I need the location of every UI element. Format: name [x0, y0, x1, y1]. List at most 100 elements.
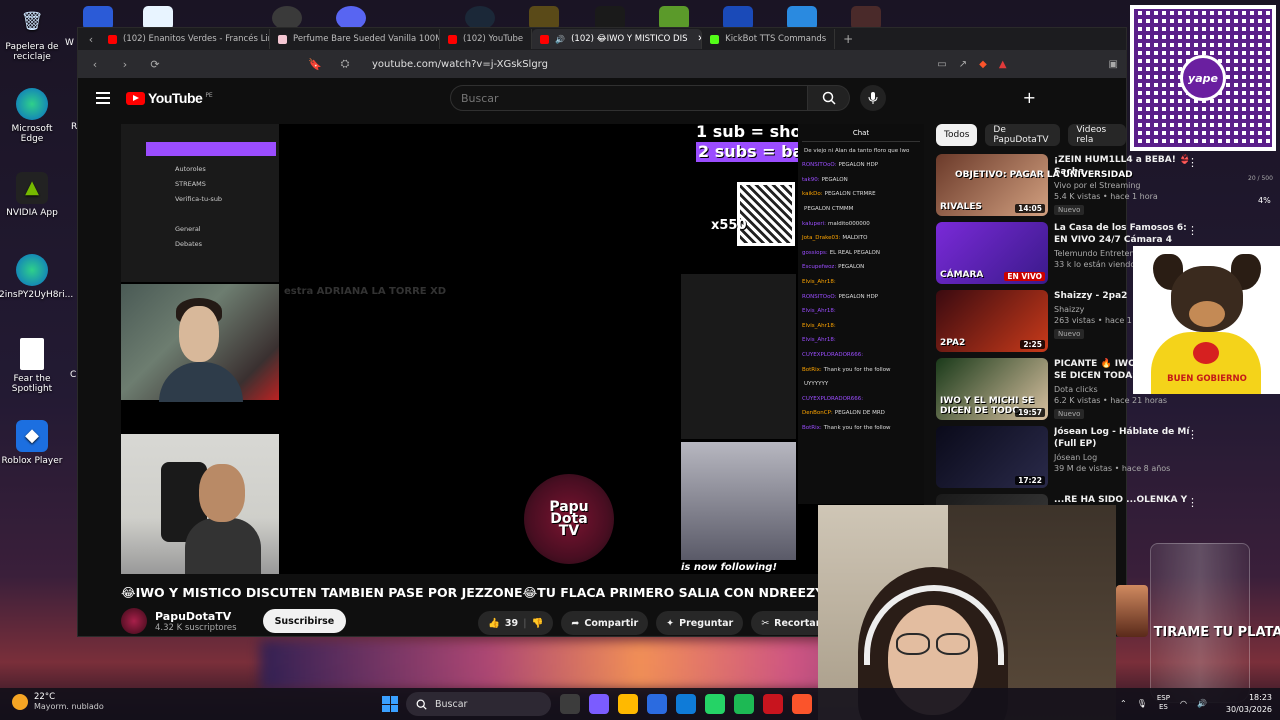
taskbar-app-icon[interactable] [560, 694, 580, 714]
audio-icon[interactable]: 🔊 [555, 35, 565, 44]
chip-from-channel[interactable]: De PapuDotaTV [985, 124, 1061, 146]
tip-jar-glass [1150, 543, 1250, 703]
share-button[interactable]: ➦ Compartir [561, 611, 649, 635]
edge-shortcut-2[interactable]: 2insPY2UyH8ri... [0, 254, 73, 300]
yape-qr-code: yape [1130, 5, 1276, 151]
bookmark-icon[interactable]: 🔖 [306, 58, 324, 71]
video-thumbnail[interactable]: 2PA2 2:25 [936, 290, 1048, 352]
taskbar-app-icon[interactable] [763, 694, 783, 714]
video-thumbnail[interactable]: 17:22 [936, 426, 1048, 488]
tab-youtube[interactable]: (102) YouTube [440, 29, 533, 49]
sidebar-icon[interactable]: ▣ [1109, 59, 1118, 70]
tab-active-video[interactable]: 🔊 (102) 😂IWO Y MISTICO DIS ✕ [532, 29, 703, 49]
chat-message: De viejo ni Alan da tanto floro que lwo [802, 144, 920, 159]
brave-shields-icon[interactable]: ◆ [979, 59, 987, 70]
fear-the-spotlight-shortcut[interactable]: Fear the Spotlight [0, 338, 65, 395]
chat-username: Elvis_Ahr18: [802, 322, 836, 329]
youtube-logo-text: YouTube [148, 90, 203, 106]
taskbar-app-icon[interactable] [589, 694, 609, 714]
reload-icon[interactable]: ⟳ [146, 58, 164, 71]
video-thumbnail[interactable]: IWO Y EL MICHI SE DICEN DE TODO 19:57 [936, 358, 1048, 420]
site-info-icon[interactable]: ⛭ [336, 57, 354, 71]
chat-username: DenBonCP: [802, 410, 833, 417]
brave-rewards-icon[interactable]: ▲ [999, 59, 1007, 70]
channel-name[interactable]: PapuDotaTV [155, 610, 237, 623]
weather-widget[interactable]: 22°C Mayorm. nublado [12, 692, 104, 711]
share-icon[interactable]: ↗ [959, 59, 967, 70]
tab-enanitos[interactable]: (102) Enanitos Verdes - Francés Limó [100, 29, 270, 49]
channel-avatar[interactable] [121, 608, 147, 634]
search-button[interactable] [808, 85, 850, 111]
more-options-icon[interactable]: ⋮ [1187, 156, 1198, 169]
video-title[interactable]: Jósean Log - Háblate de Mí (Full EP) [1054, 426, 1199, 450]
back-icon[interactable]: ‹ [86, 58, 104, 71]
tray-chevron-icon[interactable]: ⌃ [1120, 699, 1127, 708]
system-tray: ⌃ 🎙 ESP ES ◠ 🔊 [1120, 694, 1207, 712]
tab-perfume[interactable]: Perfume Bare Sueded Vanilla 100Ml [270, 29, 440, 49]
stream-chat-overlay [681, 274, 796, 439]
voice-search-button[interactable] [860, 85, 886, 111]
new-tab-button[interactable]: + [843, 32, 853, 46]
create-icon[interactable]: + [1023, 88, 1036, 107]
thumbnail-label: RIVALES [940, 202, 982, 212]
menu-icon[interactable] [96, 92, 110, 104]
tab-strip: ‹ (102) Enanitos Verdes - Francés Limó P… [78, 28, 1126, 50]
more-options-icon[interactable]: ⋮ [1187, 496, 1198, 509]
chip-all[interactable]: Todos [936, 124, 978, 146]
chat-username: BotRix: [802, 424, 822, 431]
chat-lines: De viejo ni Alan da tanto floro que lwo R… [802, 144, 920, 436]
clock[interactable]: 18:23 30/03/2026 [1226, 692, 1272, 716]
subscribe-button[interactable]: Suscribirse [262, 609, 347, 633]
youtube-favicon-icon [448, 34, 457, 44]
taskbar-app-icon[interactable] [647, 694, 667, 714]
video-title[interactable]: La Casa de los Famosos 6: EN VIVO 24/7 C… [1054, 222, 1199, 246]
chat-username: Escupefwoz: [802, 264, 837, 271]
youtube-logo[interactable]: YouTube PE [126, 90, 213, 106]
chat-text: PEGALON HDP [838, 293, 879, 300]
video-thumbnail[interactable]: RIVALES 14:05 [936, 154, 1048, 216]
taskbar-app-icon[interactable] [734, 694, 754, 714]
chat-text: Thank you for the follow [823, 424, 891, 431]
start-button-icon[interactable] [382, 696, 398, 712]
taskbar-app-icon[interactable] [676, 694, 696, 714]
taskbar-search[interactable]: Buscar [406, 692, 551, 716]
volume-icon[interactable]: 🔊 [1197, 699, 1207, 708]
cast-icon[interactable]: ▭ [937, 59, 946, 70]
roblox-shortcut[interactable]: ◆ Roblox Player [0, 420, 65, 466]
chat-username: Jota_Drake03: [802, 235, 841, 242]
nvidia-label: NVIDIA App [6, 208, 58, 218]
video-player[interactable]: Autoroles STREAMS Verifica-tu-sub Genera… [121, 124, 924, 574]
more-options-icon[interactable]: ⋮ [1187, 428, 1198, 441]
recommended-video[interactable]: 17:22 Jósean Log - Háblate de Mí (Full EP… [936, 426, 1206, 488]
video-title: 😂IWO Y MISTICO DISCUTEN TAMBIEN PASE POR… [121, 585, 894, 600]
recycle-bin-shortcut[interactable]: 🗑 Papelera de reciclaje [0, 6, 65, 63]
top-desktop-icons [75, 2, 1120, 30]
video-channel: Jósean Log [1054, 453, 1098, 462]
chip-related[interactable]: Videos rela [1068, 124, 1126, 146]
channel-watermark: Papu Dota TV [524, 474, 614, 564]
recommended-video[interactable]: RIVALES 14:05 ¡ZEIN HUM1LL4 a BEBA! 👙 Sach… [936, 154, 1206, 216]
taskbar-app-icon[interactable] [792, 694, 812, 714]
search-input[interactable] [450, 85, 808, 111]
brave-menu-icon[interactable]: ‹ [82, 33, 100, 46]
chat-username: Elvis_Ahr18: [802, 278, 836, 285]
nvidia-shortcut[interactable]: ▲ NVIDIA App [0, 172, 65, 218]
more-options-icon[interactable]: ⋮ [1187, 224, 1198, 237]
microphone-tray-icon[interactable]: 🎙 [1137, 699, 1147, 708]
edge-shortcut[interactable]: Microsoft Edge [0, 88, 65, 145]
url-field[interactable]: youtube.com/watch?v=j-XGskSlgrg [372, 59, 925, 70]
video-thumbnail[interactable]: CÁMARA EN VIVO [936, 222, 1048, 284]
thumbs-down-icon[interactable]: 👎 [532, 618, 544, 629]
language-indicator[interactable]: ESP ES [1157, 694, 1170, 712]
thumbnail-label: 2PA2 [940, 338, 966, 348]
country-code: PE [205, 92, 213, 99]
address-bar: ‹ › ⟳ 🔖 ⛭ youtube.com/watch?v=j-XGskSlgr… [78, 50, 1126, 78]
ask-button[interactable]: ✦ Preguntar [656, 611, 744, 635]
forward-icon[interactable]: › [116, 58, 134, 71]
tab-kickbot[interactable]: KickBot TTS Commands [702, 29, 836, 49]
taskbar-app-icon[interactable] [618, 694, 638, 714]
like-button[interactable]: 👍 39 | 👎 [478, 611, 554, 635]
taskbar-app-icon[interactable] [705, 694, 725, 714]
wifi-icon[interactable]: ◠ [1180, 699, 1187, 708]
qr-overlay-label: x550 [711, 218, 747, 233]
